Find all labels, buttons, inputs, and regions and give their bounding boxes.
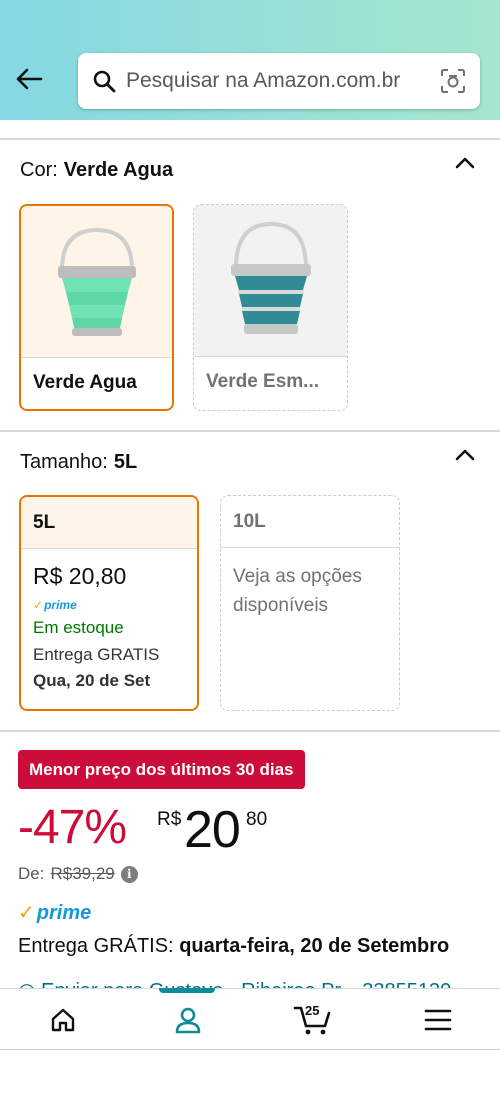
color-option-label: Verde Esm... <box>194 356 347 410</box>
search-icon[interactable] <box>90 67 118 95</box>
size-option-5l[interactable]: 5L R$ 20,80 ✓ prime Em estoque Entrega GR… <box>19 495 199 711</box>
menu-icon <box>424 1009 451 1031</box>
bucket-image-verde-esmeralda <box>194 205 347 356</box>
size-option-label: 10L <box>221 496 399 548</box>
active-tab-indicator <box>159 988 215 993</box>
prime-check-icon: ✓ <box>18 902 35 924</box>
divider <box>0 430 500 432</box>
prime-label: prime <box>36 902 92 924</box>
list-price-value: R$39,29 <box>50 864 115 883</box>
delivery-text: Entrega GRATIS <box>33 645 160 664</box>
color-section-label: Cor: Verde Agua <box>20 159 173 182</box>
nav-cart-button[interactable] <box>250 989 375 1051</box>
delivery-date: Qua, 20 de Set <box>33 671 151 690</box>
nav-menu-button[interactable] <box>375 989 500 1051</box>
price-fraction: 80 <box>246 809 268 830</box>
unavailable-text: Veja as opções disponíveis <box>233 566 362 616</box>
bottom-navigation <box>0 988 500 1050</box>
divider <box>0 138 500 140</box>
color-collapse-button[interactable] <box>454 152 476 174</box>
bucket-image-verde-agua <box>21 206 172 357</box>
home-icon <box>51 1008 74 1032</box>
info-icon[interactable]: i <box>120 865 138 883</box>
delivery-label: Entrega GRÁTIS: <box>18 935 174 957</box>
size-label: Tamanho: <box>20 451 108 473</box>
prime-check-icon: ✓ <box>33 598 44 612</box>
prime-label: prime <box>44 598 77 612</box>
nav-home-button[interactable] <box>0 989 125 1051</box>
color-option-label: Verde Agua <box>21 357 172 409</box>
size-selected-value: 5L <box>113 451 138 473</box>
color-selected-value: Verde Agua <box>63 159 174 181</box>
header-bar <box>0 0 500 120</box>
chevron-up-icon <box>455 449 475 461</box>
camera-search-icon[interactable] <box>438 66 468 96</box>
prime-badge: ✓ prime <box>33 598 185 612</box>
delivery-date: quarta-feira, 20 de Setembro <box>179 935 450 957</box>
list-price-label: De: <box>18 864 45 883</box>
price-currency: R$ <box>157 809 182 830</box>
price-whole: 20 <box>184 801 241 859</box>
stock-status: Em estoque <box>33 618 124 637</box>
color-option-verde-agua[interactable]: Verde Agua <box>19 204 174 411</box>
prime-badge: ✓ prime <box>18 900 91 925</box>
back-arrow-icon <box>16 68 43 90</box>
back-button[interactable] <box>12 62 46 96</box>
delivery-info: Entrega GRÁTIS: quarta-feira, 20 de Sete… <box>18 935 449 958</box>
color-label: Cor: <box>20 159 58 181</box>
discount-percent: -47% <box>18 801 127 854</box>
deal-badge: Menor preço dos últimos 30 dias <box>18 750 305 789</box>
color-option-verde-esmeralda[interactable]: Verde Esm... <box>193 204 348 411</box>
search-box[interactable] <box>78 53 480 109</box>
size-option-label: 5L <box>21 497 197 549</box>
size-option-price: R$ 20,80 <box>33 563 127 589</box>
nav-account-button[interactable] <box>125 989 250 1051</box>
size-option-10l[interactable]: 10L Veja as opções disponíveis <box>220 495 400 711</box>
account-icon <box>175 1007 200 1034</box>
divider <box>0 730 500 732</box>
search-input[interactable] <box>126 69 438 93</box>
size-section-label: Tamanho: 5L <box>20 451 137 474</box>
list-price: De: R$39,29 i <box>18 864 138 884</box>
size-collapse-button[interactable] <box>454 444 476 466</box>
cart-count-badge: 25 <box>305 1003 320 1018</box>
chevron-up-icon <box>455 157 475 169</box>
